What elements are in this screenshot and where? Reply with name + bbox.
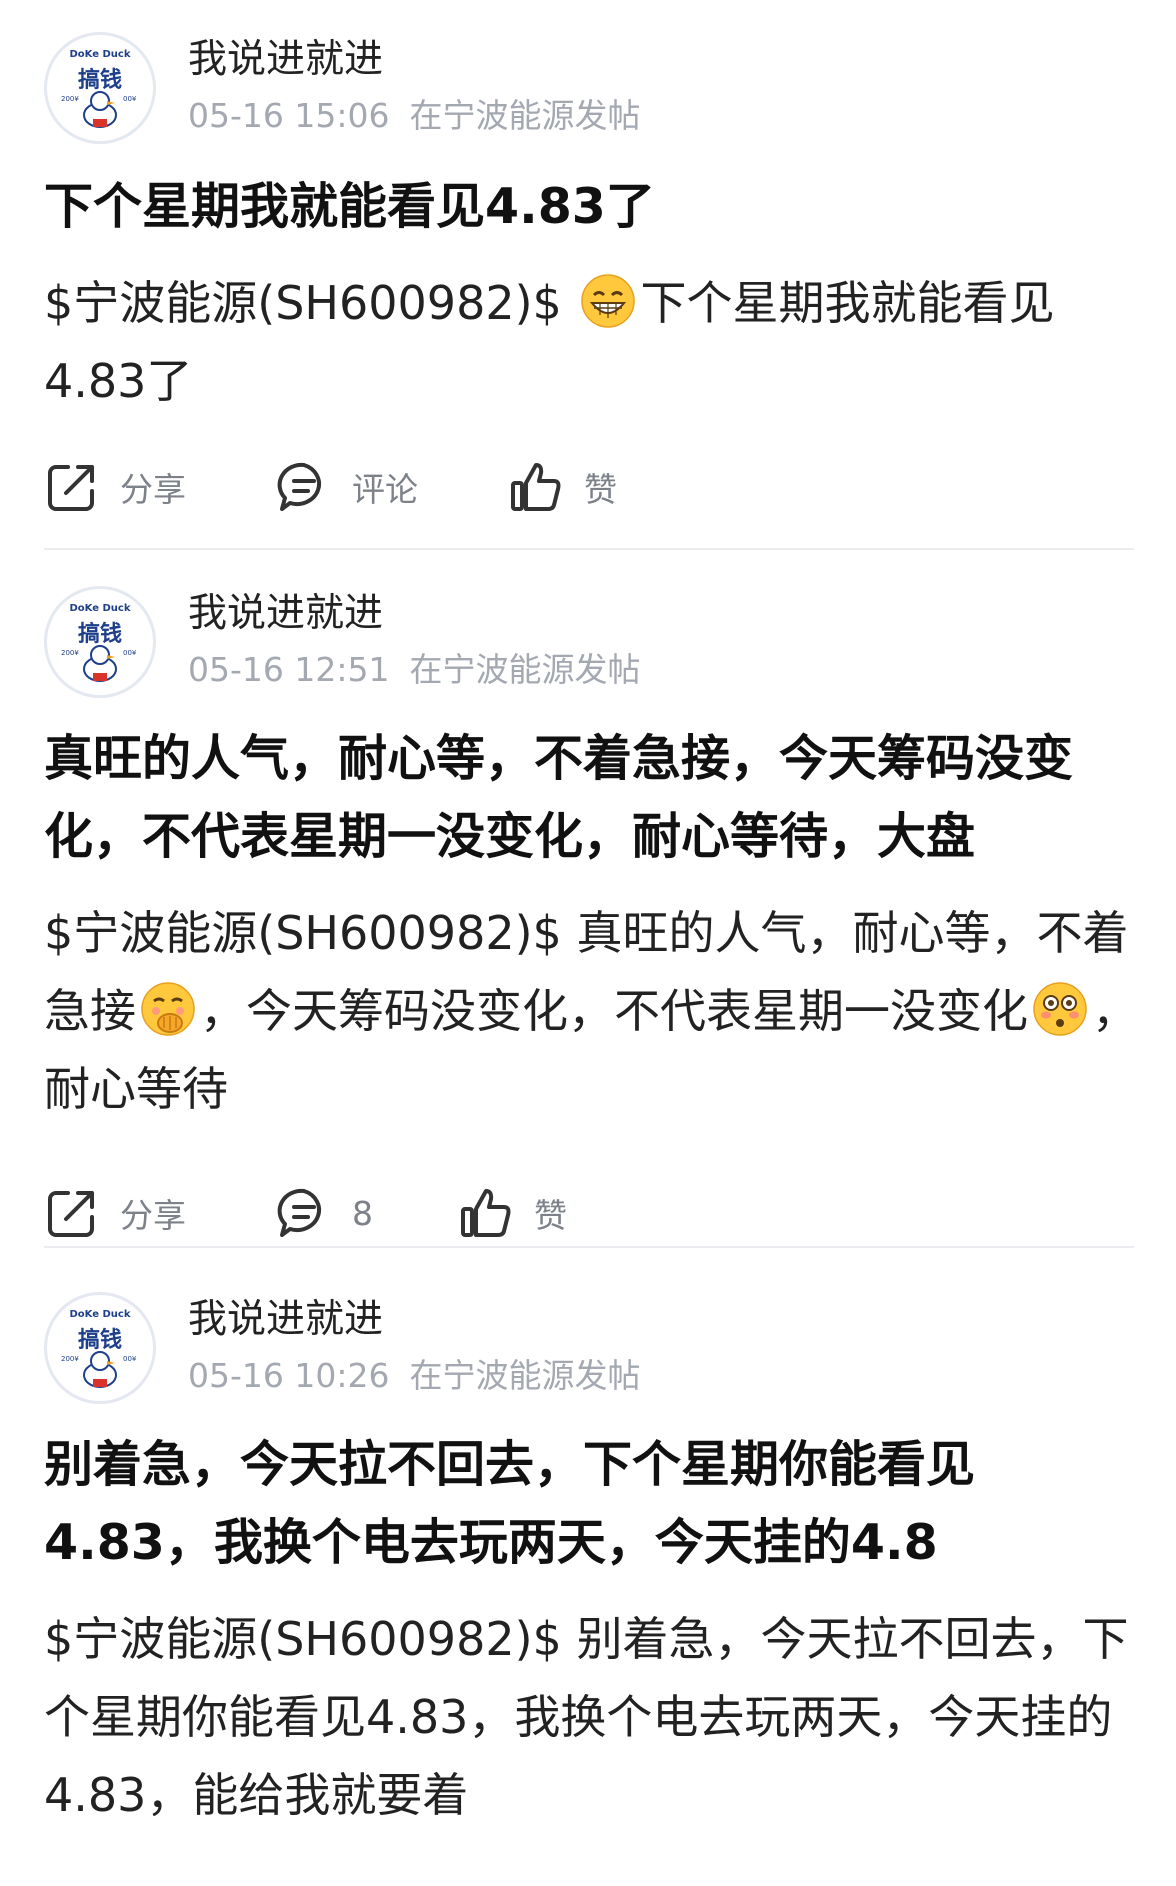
post-meta: 05-16 10:26 在宁波能源发帖	[188, 1354, 640, 1398]
avatar-side-right: 00¥	[123, 649, 137, 657]
avatar-top-text: DoKe Duck	[69, 603, 130, 614]
post-location[interactable]: 在宁波能源发帖	[409, 650, 640, 689]
post-title[interactable]: 下个星期我就能看见4.83了	[44, 168, 1144, 246]
post-body[interactable]: $宁波能源(SH600982)$ 真旺的人气，耐心等，不着急接 ，今天筹码没变化，…	[44, 894, 1144, 1128]
like-button[interactable]: 赞	[508, 452, 617, 522]
author-name[interactable]: 我说进就进	[188, 588, 383, 640]
post-location[interactable]: 在宁波能源发帖	[409, 96, 640, 135]
post-body[interactable]: $宁波能源(SH600982)$ 下个星期我就能看见4.83了	[44, 264, 1144, 420]
share-icon	[44, 459, 100, 515]
post-location[interactable]: 在宁波能源发帖	[409, 1356, 640, 1395]
like-label: 赞	[584, 470, 617, 509]
comment-icon	[276, 459, 332, 515]
post-divider	[44, 548, 1134, 550]
like-button[interactable]: 赞	[458, 1178, 567, 1248]
stock-link[interactable]: $宁波能源(SH600982)$	[44, 276, 562, 330]
post-title[interactable]: 真旺的人气，耐心等，不着急接，今天筹码没变化，不代表星期一没变化，耐心等待，大盘	[44, 720, 1144, 876]
post-actions: 分享 评论 赞	[44, 452, 1144, 522]
stock-link[interactable]: $宁波能源(SH600982)$	[44, 906, 562, 960]
share-label: 分享	[120, 470, 186, 509]
post-timestamp: 05-16 10:26	[188, 1356, 390, 1395]
stock-link[interactable]: $宁波能源(SH600982)$	[44, 1612, 562, 1666]
like-label: 赞	[534, 1196, 567, 1235]
post-meta: 05-16 15:06 在宁波能源发帖	[188, 94, 640, 138]
share-label: 分享	[120, 1196, 186, 1235]
giggle-emoji	[140, 981, 196, 1037]
avatar-main-text: 搞钱	[78, 1327, 122, 1353]
post-actions: 分享 8 赞	[44, 1178, 1144, 1248]
share-button[interactable]: 分享	[44, 1178, 186, 1248]
post-title[interactable]: 别着急，今天拉不回去，下个星期你能看见4.83，我换个电去玩两天，今天挂的4.8	[44, 1426, 1144, 1582]
avatar-top-text: DoKe Duck	[69, 49, 130, 60]
comment-label: 评论	[352, 470, 418, 509]
avatar-top-text: DoKe Duck	[69, 1309, 130, 1320]
author-name[interactable]: 我说进就进	[188, 1294, 383, 1346]
post-card[interactable]: DoKe Duck 搞钱 200¥ 00¥ 我说进就进 05-16 10:26 在…	[0, 1266, 1176, 1886]
post-body[interactable]: $宁波能源(SH600982)$ 别着急，今天拉不回去，下个星期你能看见4.83…	[44, 1600, 1144, 1834]
avatar-side-right: 00¥	[123, 95, 137, 103]
avatar-duck-icon: DoKe Duck 搞钱 200¥ 00¥	[50, 38, 150, 138]
post-divider	[44, 1246, 1134, 1248]
post-timestamp: 05-16 12:51	[188, 650, 390, 689]
post-body-text: ，今天筹码没变化，不代表星期一没变化	[200, 984, 1028, 1038]
flushed-emoji	[1032, 981, 1088, 1037]
thumbs-up-icon	[458, 1185, 514, 1241]
avatar[interactable]: DoKe Duck 搞钱 200¥ 00¥	[44, 1292, 156, 1404]
grin-emoji	[580, 273, 636, 329]
avatar[interactable]: DoKe Duck 搞钱 200¥ 00¥	[44, 586, 156, 698]
post-card[interactable]: DoKe Duck 搞钱 200¥ 00¥ 我说进就进 05-16 12:51 在…	[0, 560, 1176, 1260]
avatar-duck-icon: DoKe Duck 搞钱 200¥ 00¥	[50, 1298, 150, 1398]
post-card[interactable]: DoKe Duck 搞钱 200¥ 00¥ 我说进就进 05-16 15:06 在…	[0, 0, 1176, 550]
comment-button[interactable]: 8	[276, 1178, 373, 1248]
comment-button[interactable]: 评论	[276, 452, 418, 522]
post-timestamp: 05-16 15:06	[188, 96, 390, 135]
post-meta: 05-16 12:51 在宁波能源发帖	[188, 648, 640, 692]
avatar-main-text: 搞钱	[78, 621, 122, 647]
comment-icon	[276, 1185, 332, 1241]
avatar-side-left: 200¥	[61, 95, 79, 103]
thumbs-up-icon	[508, 459, 564, 515]
avatar-side-right: 00¥	[123, 1355, 137, 1363]
avatar-side-left: 200¥	[61, 1355, 79, 1363]
avatar[interactable]: DoKe Duck 搞钱 200¥ 00¥	[44, 32, 156, 144]
share-button[interactable]: 分享	[44, 452, 186, 522]
author-name[interactable]: 我说进就进	[188, 34, 383, 86]
avatar-duck-icon: DoKe Duck 搞钱 200¥ 00¥	[50, 592, 150, 692]
avatar-main-text: 搞钱	[78, 67, 122, 93]
share-icon	[44, 1185, 100, 1241]
avatar-side-left: 200¥	[61, 649, 79, 657]
comment-count: 8	[352, 1193, 373, 1233]
